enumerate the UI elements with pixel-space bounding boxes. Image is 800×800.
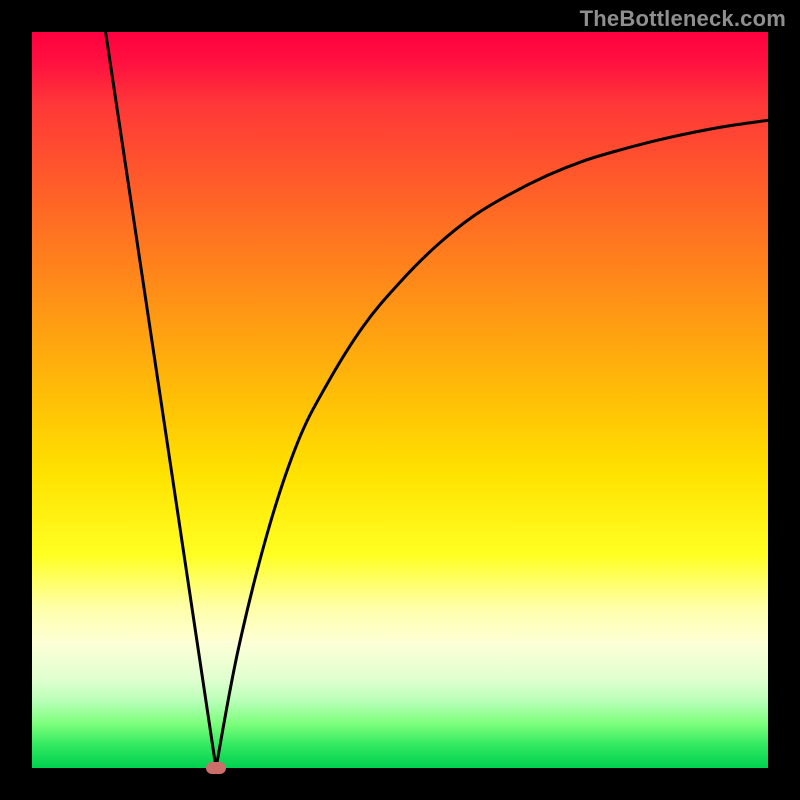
chart-frame: TheBottleneck.com bbox=[0, 0, 800, 800]
bottleneck-curve bbox=[32, 32, 768, 768]
watermark-text: TheBottleneck.com bbox=[580, 6, 786, 32]
plot-area bbox=[32, 32, 768, 768]
